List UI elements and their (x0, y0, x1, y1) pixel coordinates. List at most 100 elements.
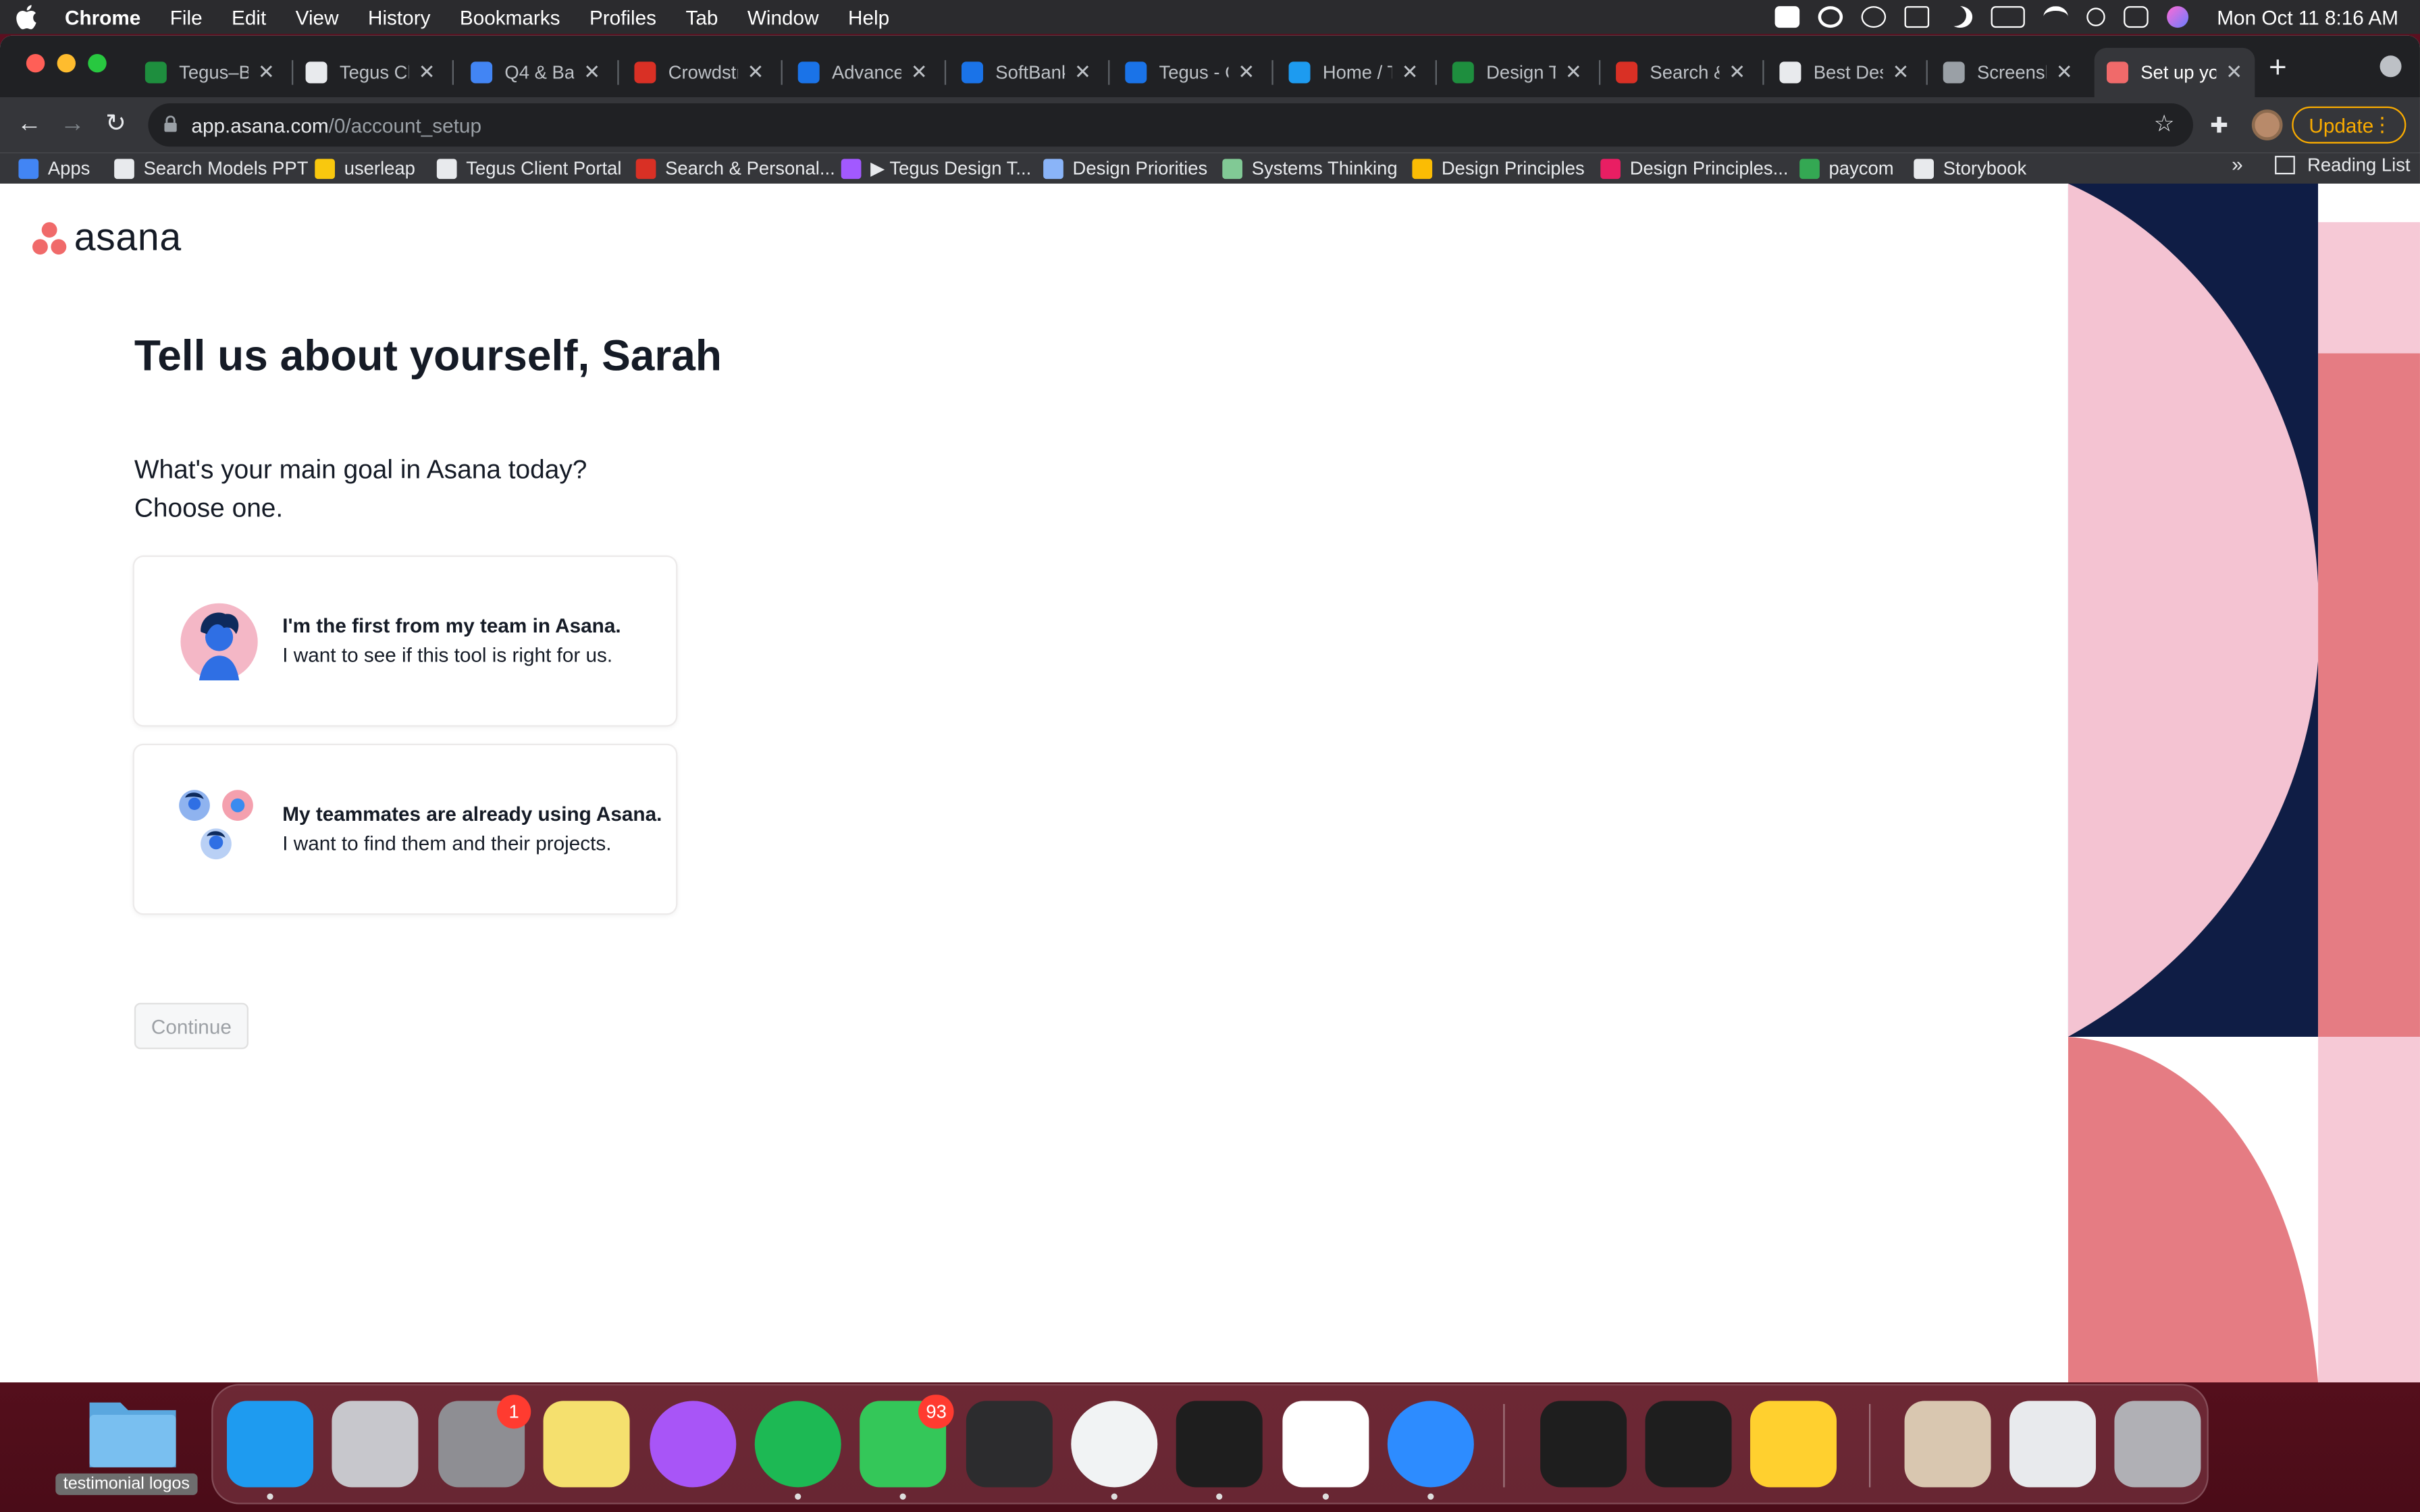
dock-app-icon[interactable] (1540, 1401, 1627, 1488)
bookmark-item[interactable]: Design Principles... (1600, 155, 1788, 182)
dock-app-icon[interactable] (650, 1401, 737, 1488)
tab-close-icon[interactable]: ✕ (1892, 60, 1909, 85)
calendar-icon[interactable] (1905, 6, 1930, 28)
tab-close-icon[interactable]: ✕ (419, 60, 436, 85)
bookmark-item[interactable]: paycom (1799, 155, 1894, 182)
bookmark-star-icon[interactable]: ☆ (2154, 109, 2175, 138)
menu-help[interactable]: Help (848, 5, 889, 28)
dock-app-icon[interactable] (1904, 1401, 1991, 1488)
bookmark-item[interactable]: ▶ Tegus Design T... (841, 155, 1031, 182)
menu-window[interactable]: Window (747, 5, 819, 28)
minimize-window-button[interactable] (57, 53, 76, 73)
tab-close-icon[interactable]: ✕ (1565, 60, 1582, 85)
chrome-menu-icon[interactable]: ⋮ (2372, 113, 2392, 138)
wifi-icon[interactable] (2044, 6, 2069, 28)
browser-tab[interactable]: Advanced ✕ (785, 48, 940, 97)
bookmark-item[interactable]: Search Models PPT (114, 155, 308, 182)
asana-logo[interactable]: asana (31, 216, 182, 261)
tab-close-icon[interactable]: ✕ (1729, 60, 1745, 85)
browser-tab[interactable]: Set up you ✕ (2094, 47, 2255, 97)
option-first-from-team[interactable]: I'm the first from my team in Asana. I w… (134, 557, 677, 726)
dock-app-icon[interactable] (2114, 1401, 2201, 1488)
browser-tab[interactable]: Tegus Clie ✕ (293, 48, 448, 97)
browser-tab[interactable]: Tegus - C ✕ (1113, 48, 1267, 97)
continue-button[interactable]: Continue (134, 1002, 248, 1050)
close-window-button[interactable] (26, 53, 45, 73)
bookmarks-overflow-icon[interactable]: » (2232, 153, 2243, 176)
browser-tab[interactable]: Design Te ✕ (1440, 48, 1595, 97)
update-button[interactable]: Update ⋮ (2292, 106, 2406, 144)
dock-app-icon[interactable] (2009, 1401, 2096, 1488)
forward-arrow-icon[interactable]: → (57, 109, 88, 140)
menu-view[interactable]: View (296, 5, 339, 28)
dock-app-icon[interactable] (1645, 1401, 1732, 1488)
battery-icon[interactable] (1991, 6, 2026, 28)
back-arrow-icon[interactable]: ← (14, 109, 45, 140)
tab-close-icon[interactable]: ✕ (911, 60, 928, 85)
menubar-clock[interactable]: Mon Oct 11 8:16 AM (2217, 5, 2398, 28)
browser-tab[interactable]: Tegus–Ba ✕ (133, 48, 288, 97)
browser-tab[interactable]: Search & P ✕ (1604, 48, 1758, 97)
tab-close-icon[interactable]: ✕ (2056, 60, 2073, 85)
dock-app-icon[interactable] (754, 1401, 841, 1488)
dock-app-icon[interactable] (543, 1401, 630, 1488)
menu-history[interactable]: History (368, 5, 430, 28)
tab-close-icon[interactable]: ✕ (1074, 60, 1091, 85)
bookmark-item[interactable]: Tegus Client Portal (436, 155, 621, 182)
tab-close-icon[interactable]: ✕ (258, 60, 275, 85)
dock-app-icon[interactable] (332, 1401, 419, 1488)
tab-close-icon[interactable]: ✕ (747, 60, 764, 85)
bookmark-item[interactable]: Storybook (1914, 155, 2026, 182)
browser-tab[interactable]: Best Desi ✕ (1767, 48, 1922, 97)
apple-icon[interactable] (16, 5, 37, 30)
dock-app-icon[interactable] (1750, 1401, 1837, 1488)
desktop-folder-label[interactable]: testimonial logos (55, 1473, 198, 1495)
browser-tab[interactable]: Crowdstri ✕ (622, 48, 777, 97)
menu-edit[interactable]: Edit (232, 5, 266, 28)
reading-list-button[interactable]: Reading List (2275, 155, 2411, 176)
bookmark-item[interactable]: Systems Thinking (1222, 155, 1398, 182)
spotlight-search-icon[interactable] (2087, 7, 2106, 26)
menu-profiles[interactable]: Profiles (589, 5, 656, 28)
tab-close-icon[interactable]: ✕ (2226, 60, 2242, 85)
browser-tab[interactable]: SoftBank ✕ (949, 48, 1104, 97)
bookmark-item[interactable]: Apps (18, 155, 90, 182)
siri-icon[interactable] (2167, 6, 2190, 28)
creative-cloud-icon[interactable] (1818, 6, 1844, 28)
menu-file[interactable]: File (170, 5, 203, 28)
control-center-icon[interactable] (2124, 6, 2149, 28)
extensions-puzzle-icon[interactable]: ✚ (2210, 113, 2235, 138)
zoom-status-icon[interactable] (1775, 6, 1801, 28)
reload-icon[interactable]: ↻ (101, 109, 132, 140)
folder-icon[interactable] (86, 1390, 179, 1470)
tab-search-icon[interactable] (2379, 55, 2402, 78)
lock-icon[interactable] (163, 115, 178, 132)
tab-close-icon[interactable]: ✕ (1238, 60, 1255, 85)
zoom-window-button[interactable] (88, 53, 107, 73)
tab-close-icon[interactable]: ✕ (583, 60, 600, 85)
dock-app-icon[interactable] (966, 1401, 1053, 1488)
browser-tab[interactable]: Screensho ✕ (1930, 48, 2085, 97)
dock-app-icon[interactable] (1387, 1401, 1474, 1488)
menu-bookmarks[interactable]: Bookmarks (460, 5, 560, 28)
browser-tab[interactable]: Q4 & Bam ✕ (458, 48, 613, 97)
profile-avatar[interactable] (2251, 109, 2283, 140)
bookmark-item[interactable]: Design Principles (1412, 155, 1585, 182)
moon-icon[interactable] (1949, 6, 1974, 28)
play-icon[interactable] (1862, 6, 1887, 28)
tab-close-icon[interactable]: ✕ (1402, 60, 1419, 85)
bookmark-item[interactable]: Search & Personal... (635, 155, 835, 182)
dock-separator (1868, 1403, 1871, 1488)
dock-app-icon[interactable] (1071, 1401, 1158, 1488)
menu-app-name[interactable]: Chrome (65, 5, 140, 28)
dock-app-icon[interactable] (226, 1401, 313, 1488)
dock-app-icon[interactable] (1282, 1401, 1369, 1488)
address-bar[interactable]: app.asana.com/0/account_setup ☆ (148, 103, 2193, 147)
bookmark-item[interactable]: Design Priorities (1043, 155, 1207, 182)
menu-tab[interactable]: Tab (685, 5, 718, 28)
bookmark-item[interactable]: userleap (315, 155, 415, 182)
new-tab-plus-icon[interactable]: + (2269, 51, 2287, 86)
dock-app-icon[interactable] (1176, 1401, 1263, 1488)
option-teammates-using[interactable]: My teammates are already using Asana. I … (134, 745, 677, 914)
browser-tab[interactable]: Home / Tw ✕ (1276, 48, 1431, 97)
